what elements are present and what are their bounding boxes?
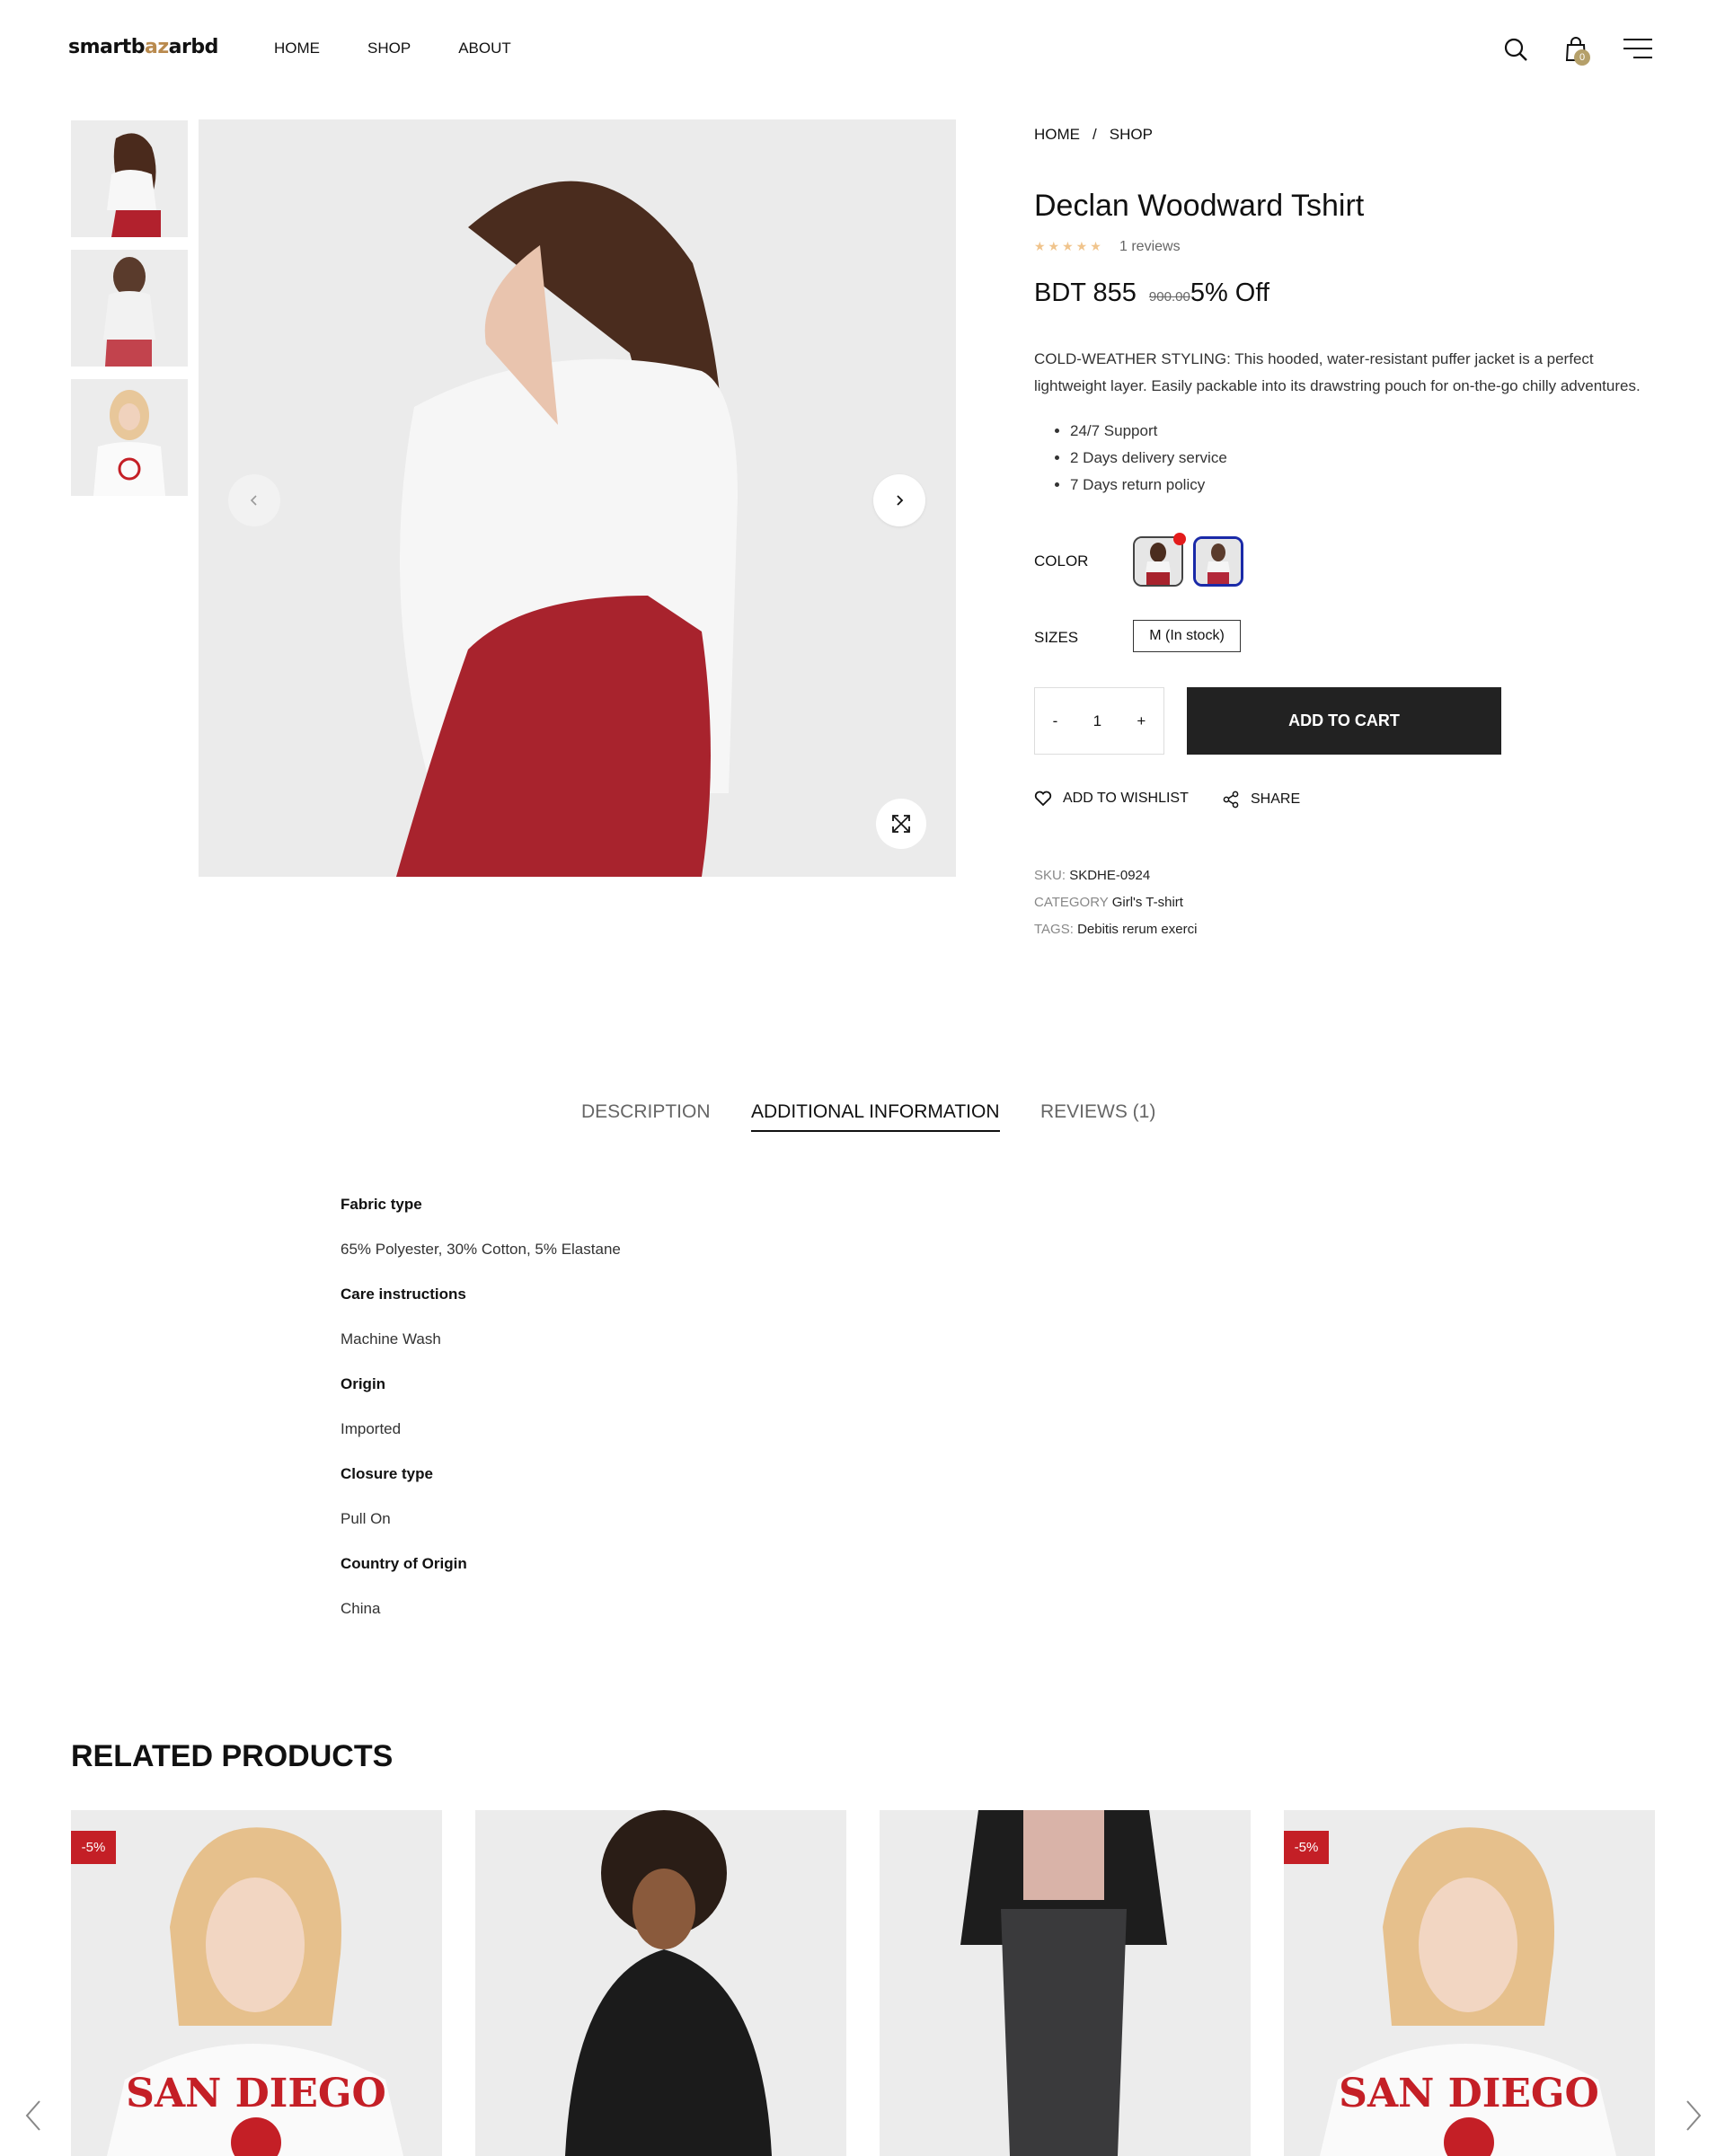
sku-row: SKU: SKDHE-0924 — [1034, 868, 1151, 883]
qty-value[interactable]: 1 — [1088, 707, 1107, 736]
discount-label: 5% Off — [1190, 278, 1269, 307]
site-header: smartbazarbd HOME SHOP ABOUT 0 — [0, 0, 1725, 99]
product-title: Declan Woodward Tshirt — [1034, 189, 1365, 223]
info-label-closure: Closure type — [341, 1465, 433, 1482]
sizes-label: SIZES — [1034, 629, 1079, 646]
feature-item: 24/7 Support — [1070, 418, 1227, 445]
qty-increase-button[interactable]: + — [1131, 707, 1151, 736]
thumbnail-3[interactable] — [71, 379, 188, 496]
category-row: CATEGORY Girl's T-shirt — [1034, 895, 1183, 910]
tab-description[interactable]: DESCRIPTION — [581, 1101, 711, 1123]
related-product-card[interactable]: SAN DIEGO -5% — [1284, 1810, 1655, 2156]
sku-value: SKDHE-0924 — [1069, 868, 1151, 883]
feature-list: 24/7 Support 2 Days delivery service 7 D… — [1070, 418, 1227, 499]
selected-indicator — [1173, 533, 1186, 545]
reviews-count[interactable]: 1 reviews — [1119, 239, 1181, 255]
info-label-care: Care instructions — [341, 1286, 466, 1303]
related-prev-arrow[interactable] — [20, 2098, 47, 2134]
add-to-cart-button[interactable]: ADD TO CART — [1187, 687, 1501, 755]
related-product-card[interactable] — [475, 1810, 846, 2156]
share-icon — [1223, 791, 1239, 808]
thumbnail-2[interactable] — [71, 250, 188, 367]
expand-icon — [892, 815, 910, 833]
discount-badge: -5% — [1284, 1831, 1329, 1864]
tags-value[interactable]: Debitis rerum exerci — [1077, 922, 1197, 937]
zoom-image-button[interactable] — [876, 799, 926, 849]
cart-count-badge: 0 — [1574, 49, 1590, 66]
main-nav: HOME SHOP ABOUT — [274, 40, 511, 57]
current-price: BDT 855 — [1034, 278, 1137, 307]
info-value-care: Machine Wash — [341, 1330, 441, 1348]
color-swatch-2[interactable] — [1193, 536, 1243, 587]
share-label: SHARE — [1251, 791, 1301, 807]
next-image-button[interactable] — [873, 474, 925, 526]
info-label-country: Country of Origin — [341, 1555, 467, 1572]
related-product-card[interactable]: SAN DIEGO -5% — [71, 1810, 442, 2156]
feature-item: 7 Days return policy — [1070, 472, 1227, 499]
main-product-image — [199, 119, 956, 877]
info-label-origin: Origin — [341, 1375, 386, 1392]
breadcrumb: HOME / SHOP — [1034, 126, 1153, 144]
thumbnail-1[interactable] — [71, 120, 188, 237]
info-label-fabric: Fabric type — [341, 1196, 422, 1213]
tags-row: TAGS: Debitis rerum exerci — [1034, 922, 1198, 937]
nav-shop[interactable]: SHOP — [367, 40, 411, 57]
color-label: COLOR — [1034, 552, 1089, 570]
share-button[interactable]: SHARE — [1222, 791, 1300, 808]
old-price: 900.00 — [1148, 289, 1190, 305]
qty-decrease-button[interactable]: - — [1048, 707, 1064, 736]
heart-icon — [1034, 791, 1052, 807]
discount-badge: -5% — [71, 1831, 116, 1864]
related-product-card[interactable] — [880, 1810, 1251, 2156]
site-logo[interactable]: smartbazarbd — [68, 36, 218, 58]
svg-text:SAN DIEGO: SAN DIEGO — [126, 2071, 386, 2116]
add-to-wishlist-button[interactable]: ADD TO WISHLIST — [1034, 791, 1189, 807]
nav-home[interactable]: HOME — [274, 40, 320, 57]
menu-icon[interactable] — [1623, 36, 1652, 63]
svg-text:SAN DIEGO: SAN DIEGO — [1339, 2071, 1599, 2116]
category-value[interactable]: Girl's T-shirt — [1112, 895, 1183, 910]
related-next-arrow[interactable] — [1680, 2098, 1707, 2134]
info-value-origin: Imported — [341, 1420, 402, 1437]
feature-item: 2 Days delivery service — [1070, 445, 1227, 472]
tab-reviews[interactable]: REVIEWS (1) — [1040, 1101, 1155, 1123]
wishlist-label: ADD TO WISHLIST — [1063, 791, 1189, 806]
breadcrumb-separator: / — [1092, 126, 1097, 143]
quantity-stepper: - 1 + — [1034, 687, 1164, 755]
tab-additional-information[interactable]: ADDITIONAL INFORMATION — [751, 1101, 1000, 1132]
info-value-fabric: 65% Polyester, 30% Cotton, 5% Elastane — [341, 1241, 621, 1258]
product-description: COLD-WEATHER STYLING: This hooded, water… — [1034, 350, 1641, 394]
search-icon[interactable] — [1502, 36, 1529, 63]
size-option-m[interactable]: M (In stock) — [1133, 620, 1241, 652]
prev-image-button[interactable] — [228, 474, 280, 526]
info-value-closure: Pull On — [341, 1510, 391, 1527]
related-products-title: RELATED PRODUCTS — [71, 1739, 394, 1773]
rating-stars: ★★★★★ — [1034, 239, 1104, 253]
breadcrumb-home[interactable]: HOME — [1034, 126, 1080, 144]
nav-about[interactable]: ABOUT — [458, 40, 511, 57]
info-value-country: China — [341, 1600, 381, 1617]
breadcrumb-shop[interactable]: SHOP — [1110, 126, 1153, 144]
price-row: BDT 855 900.00 5% Off — [1034, 278, 1269, 308]
